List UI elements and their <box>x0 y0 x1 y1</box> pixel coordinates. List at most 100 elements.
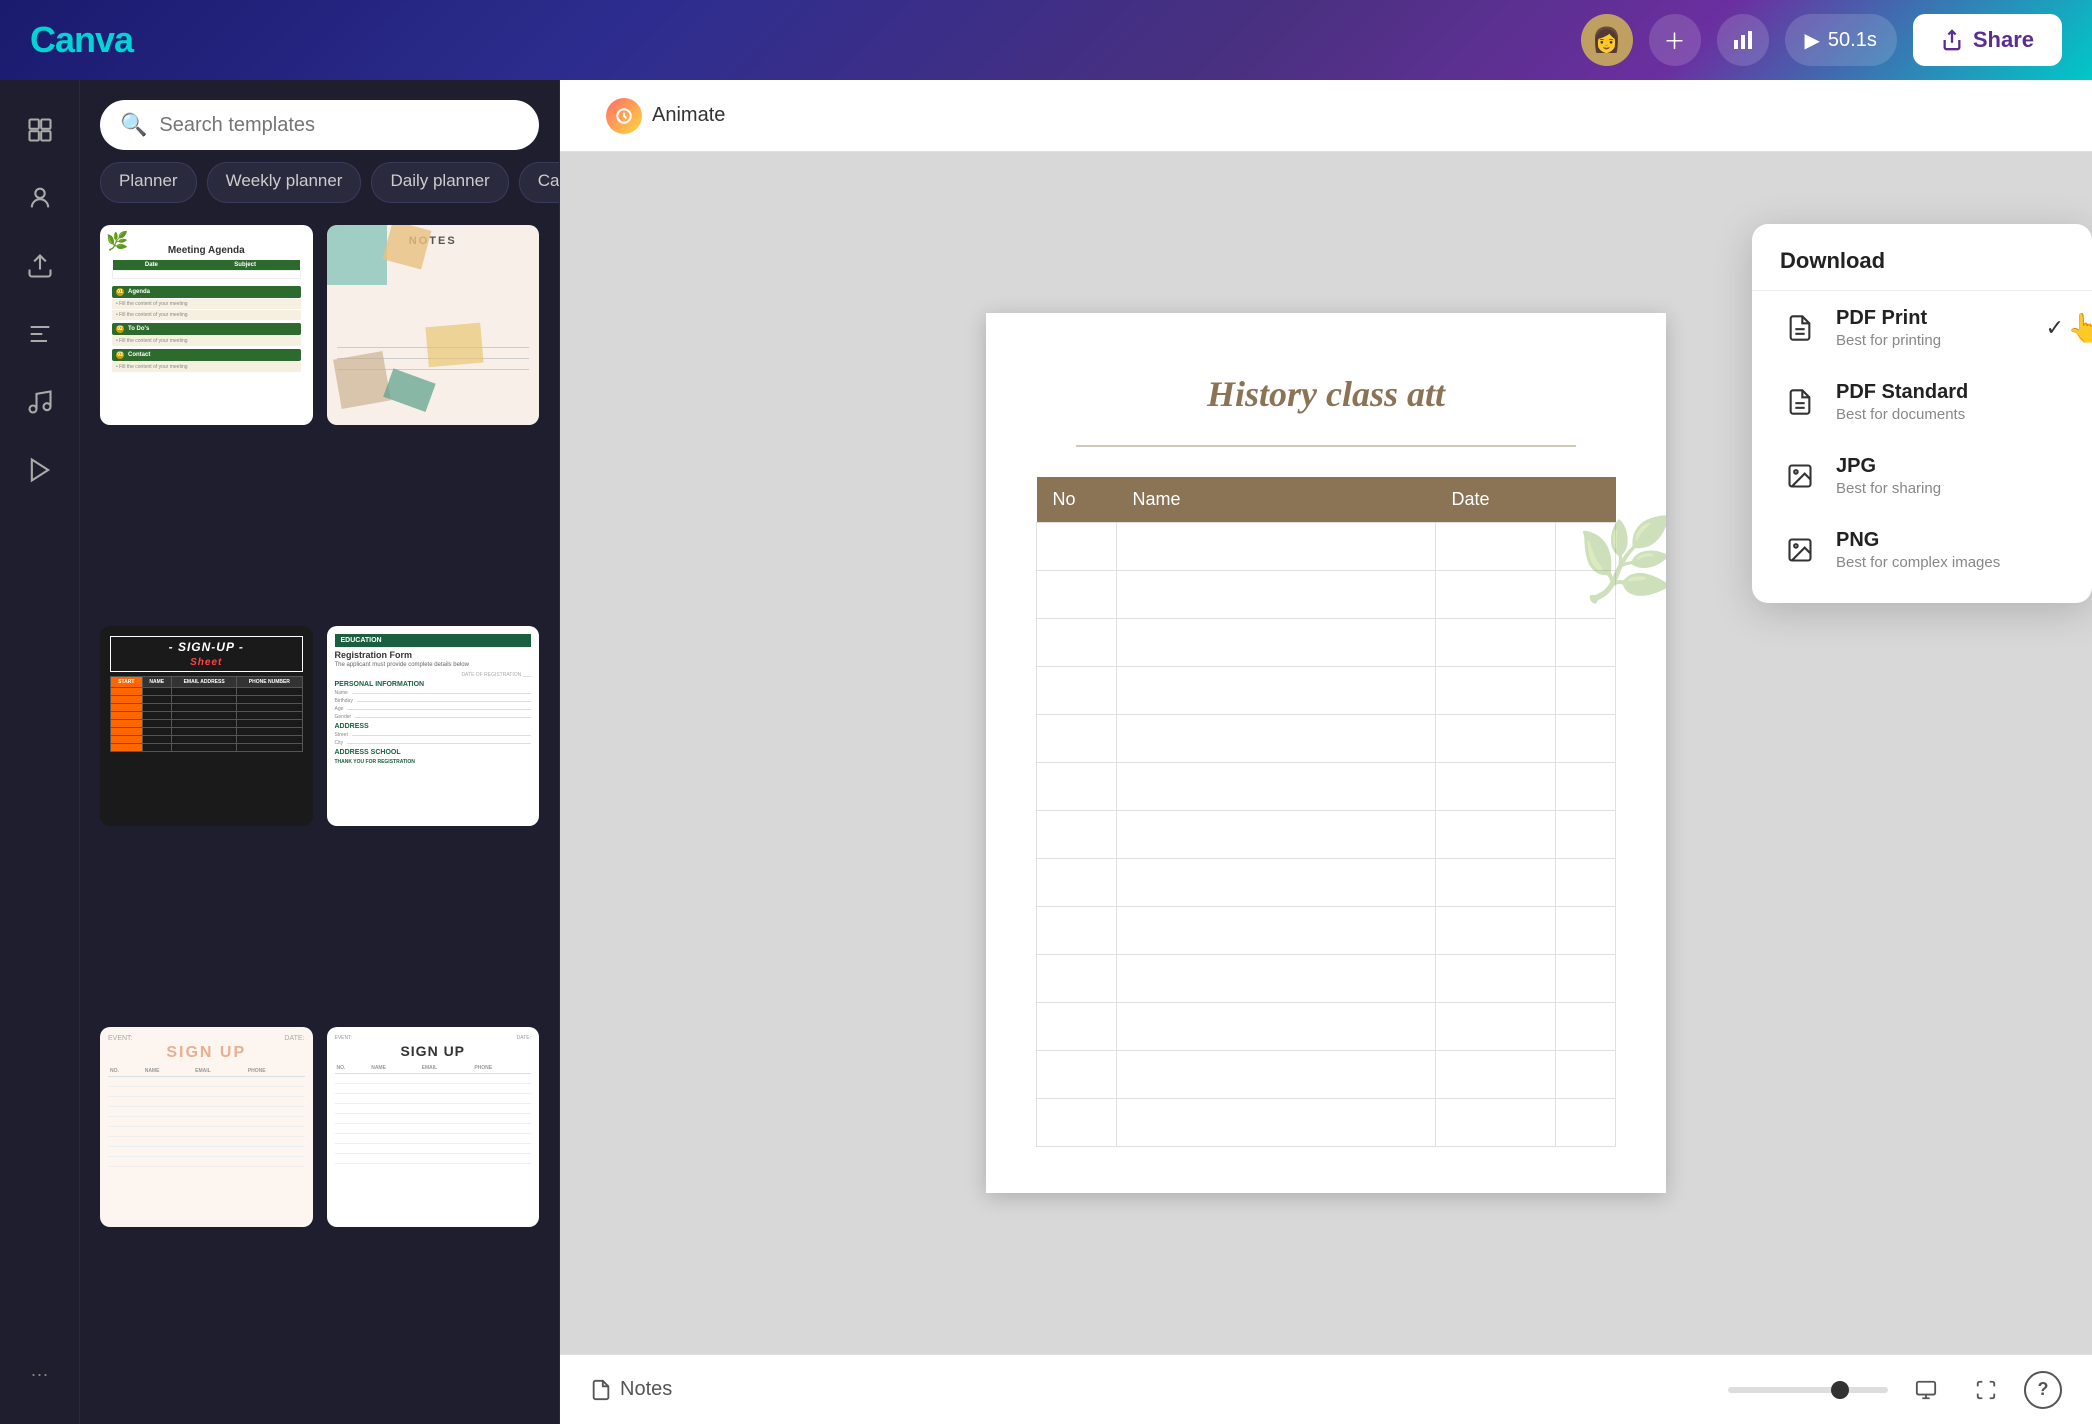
document-divider <box>1076 445 1576 447</box>
col-name: Name <box>1117 477 1436 523</box>
notes-label: Notes <box>620 1378 672 1401</box>
icon-bar: ··· <box>0 80 80 1424</box>
table-row <box>1037 1051 1616 1099</box>
table-row <box>1037 715 1616 763</box>
templates-grid: 🌿 Meeting Agenda DateSubject 01 Agenda •… <box>80 215 559 1424</box>
main-layout: ··· 🔍 Planner Weekly planner Daily plann… <box>0 80 2092 1424</box>
filter-tag-daily[interactable]: Daily planner <box>371 162 508 203</box>
template-title: Meeting Agenda <box>112 245 301 256</box>
template-card-signup-pink[interactable]: EVENT:DATE: SIGN UP NO. NAME EMAIL PHONE <box>100 1027 313 1227</box>
sidebar-item-text[interactable] <box>10 304 70 364</box>
table-row <box>1037 907 1616 955</box>
play-icon: ▶ <box>1805 28 1820 53</box>
notes-button[interactable]: Notes <box>590 1378 672 1401</box>
pdf-print-subtitle: Best for printing <box>1836 332 2030 349</box>
left-panel: 🔍 Planner Weekly planner Daily planner C… <box>80 80 560 1424</box>
table-row <box>1037 955 1616 1003</box>
search-bar: 🔍 <box>100 100 539 150</box>
col-email: EMAIL <box>193 1066 246 1077</box>
canvas-bottom-bar: Notes ? <box>560 1354 2092 1424</box>
sidebar-item-elements[interactable] <box>10 168 70 228</box>
template-card-meeting-agenda[interactable]: 🌿 Meeting Agenda DateSubject 01 Agenda •… <box>100 225 313 425</box>
help-button[interactable]: ? <box>2024 1371 2062 1409</box>
sidebar-item-templates[interactable] <box>10 100 70 160</box>
decorative-shapes <box>327 225 540 425</box>
cursor-icon: 👆 <box>2067 312 2092 345</box>
add-button[interactable]: ＋ <box>1649 14 1701 66</box>
dropdown-title: Download <box>1752 248 2092 291</box>
play-duration: 50.1s <box>1828 29 1877 52</box>
filter-tag-weekly[interactable]: Weekly planner <box>207 162 362 203</box>
grid-view-button[interactable] <box>1904 1368 1948 1412</box>
sidebar-item-upload[interactable] <box>10 236 70 296</box>
notes-lines <box>337 347 530 370</box>
filter-tag-planner[interactable]: Planner <box>100 162 197 203</box>
app-header: Canva 👩 ＋ ▶ 50.1s Share <box>0 0 2092 80</box>
search-icon: 🔍 <box>120 112 147 138</box>
jpg-title: JPG <box>1836 455 2064 478</box>
template-title: SIGN UP <box>335 1043 532 1059</box>
filter-tags: Planner Weekly planner Daily planner Cal… <box>80 162 559 215</box>
header-actions: 👩 ＋ ▶ 50.1s Share <box>1581 14 2062 66</box>
dropdown-item-pdf-print[interactable]: PDF Print Best for printing ✓ 👆 <box>1752 291 2092 365</box>
col-phone: PHONE <box>246 1066 305 1077</box>
col-no: NO. <box>108 1066 143 1077</box>
pdf-standard-subtitle: Best for documents <box>1836 406 2064 423</box>
dropdown-item-png[interactable]: PNG Best for complex images <box>1752 513 2092 587</box>
png-icon <box>1780 530 1820 570</box>
col-start: START <box>111 677 143 688</box>
template-card-signup[interactable]: - SIGN-UP - Sheet START NAME EMAIL ADDRE… <box>100 626 313 826</box>
canvas-content: History class att No Name Date <box>560 152 2092 1354</box>
animate-icon <box>606 98 642 134</box>
col-phone: PHONE <box>472 1063 531 1074</box>
zoom-track[interactable] <box>1728 1387 1888 1393</box>
dropdown-item-pdf-standard[interactable]: PDF Standard Best for documents <box>1752 365 2092 439</box>
filter-tag-calendar[interactable]: Calend... <box>519 162 559 203</box>
col-no: NO. <box>335 1063 370 1074</box>
jpg-icon <box>1780 456 1820 496</box>
canva-logo: Canva <box>30 19 133 61</box>
table-row <box>1037 859 1616 907</box>
template-title: SIGN UP <box>108 1044 305 1062</box>
sidebar-item-audio[interactable] <box>10 372 70 432</box>
col-name: NAME <box>369 1063 419 1074</box>
zoom-thumb[interactable] <box>1831 1381 1849 1399</box>
table-row <box>1037 523 1616 571</box>
pdf-print-title: PDF Print <box>1836 307 2030 330</box>
pdf-standard-icon <box>1780 382 1820 422</box>
col-name: NAME <box>142 677 171 688</box>
fullscreen-button[interactable] <box>1964 1368 2008 1412</box>
play-button[interactable]: ▶ 50.1s <box>1785 14 1897 66</box>
table-row <box>1037 763 1616 811</box>
png-subtitle: Best for complex images <box>1836 554 2064 571</box>
decorative-element: 🌿 <box>1576 513 1666 607</box>
pdf-standard-title: PDF Standard <box>1836 381 2064 404</box>
sidebar-item-video[interactable] <box>10 440 70 500</box>
pdf-print-icon <box>1780 308 1820 348</box>
template-header: EDUCATION <box>335 634 532 647</box>
template-card-signup-minimal[interactable]: EVENT:DATE: SIGN UP NO. NAME EMAIL PHONE <box>327 1027 540 1227</box>
selected-checkmark: ✓ <box>2046 315 2064 341</box>
template-card-registration[interactable]: EDUCATION Registration Form The applican… <box>327 626 540 826</box>
animate-button[interactable]: Animate <box>590 90 741 142</box>
template-title: NOTES <box>337 235 530 247</box>
jpg-subtitle: Best for sharing <box>1836 480 2064 497</box>
download-dropdown: Download PDF Print Best for printing ✓ 👆 <box>1752 224 2092 603</box>
document-table: No Name Date <box>1036 477 1616 1147</box>
col-phone: PHONE NUMBER <box>237 677 302 688</box>
table-row <box>1037 1003 1616 1051</box>
col-name: NAME <box>143 1066 193 1077</box>
share-button[interactable]: Share <box>1913 14 2062 66</box>
search-input[interactable] <box>159 114 519 137</box>
canvas-toolbar: Animate <box>560 80 2092 152</box>
stats-button[interactable] <box>1717 14 1769 66</box>
leaf-icon: 🌿 <box>106 231 128 252</box>
dropdown-item-jpg[interactable]: JPG Best for sharing <box>1752 439 2092 513</box>
template-title: Registration Form <box>335 650 532 660</box>
sidebar-more-button[interactable]: ··· <box>10 1344 70 1404</box>
template-subtitle: The applicant must provide complete deta… <box>335 662 532 668</box>
user-avatar[interactable]: 👩 <box>1581 14 1633 66</box>
template-card-notes[interactable]: NOTES <box>327 225 540 425</box>
canvas-document[interactable]: History class att No Name Date <box>986 313 1666 1193</box>
table-row <box>1037 571 1616 619</box>
